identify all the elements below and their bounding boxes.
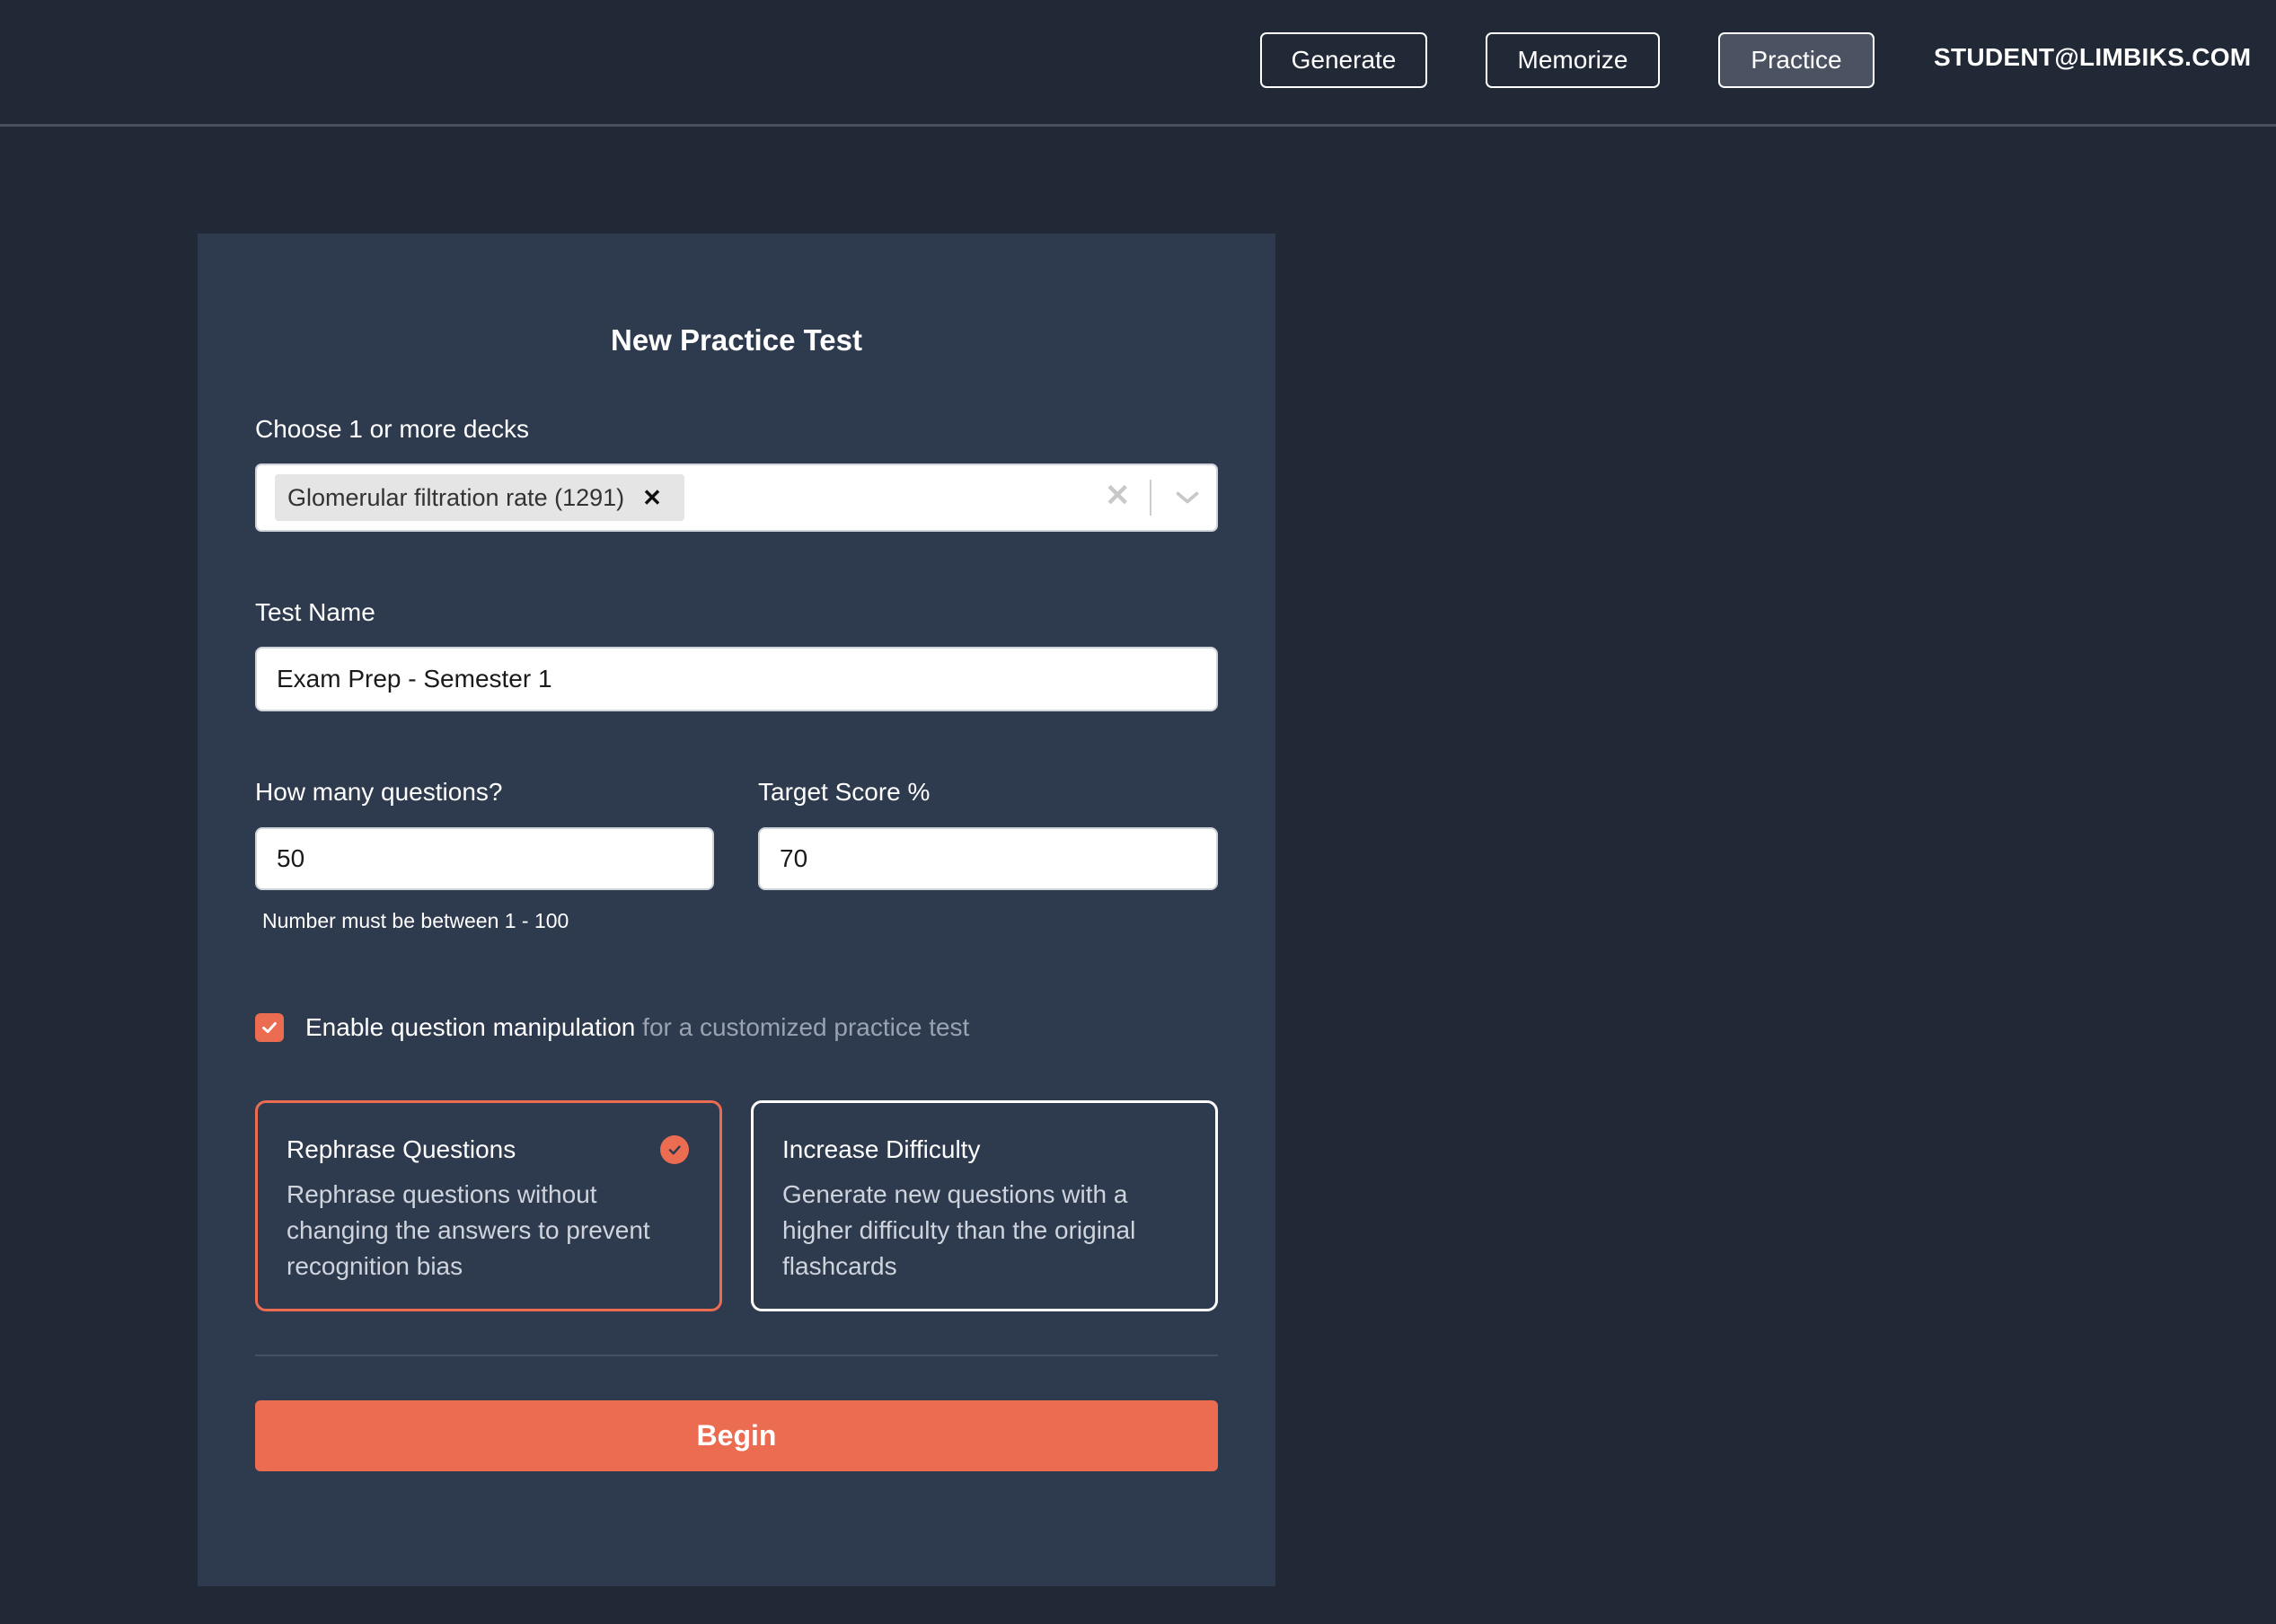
manipulation-checkbox[interactable]	[255, 1013, 284, 1042]
select-separator	[1150, 480, 1151, 516]
decks-label: Choose 1 or more decks	[255, 415, 530, 443]
clear-selection-x-icon[interactable]: ✕	[1105, 478, 1131, 514]
test-name-label: Test Name	[255, 598, 375, 626]
form-divider	[255, 1355, 1218, 1356]
target-score-label: Target Score %	[758, 778, 931, 806]
manipulation-label-muted: for a customized practice test	[635, 1013, 970, 1041]
user-email[interactable]: STUDENT@LIMBIKS.COM	[1934, 43, 2251, 72]
deck-multiselect[interactable]: Glomerular filtration rate (1291) ✕ ✕	[255, 463, 1218, 532]
question-count-label: How many questions?	[255, 778, 503, 806]
top-nav-bar: Generate Memorize Practice STUDENT@LIMBI…	[0, 0, 2276, 127]
option-title: Rephrase Questions	[287, 1135, 516, 1163]
option-description: Generate new questions with a higher dif…	[782, 1180, 1136, 1280]
remove-deck-x-icon[interactable]: ✕	[642, 484, 662, 512]
nav-memorize-button[interactable]: Memorize	[1486, 32, 1660, 88]
test-name-input[interactable]	[255, 647, 1218, 711]
checkmark-icon	[262, 1021, 277, 1034]
question-count-helper: Number must be between 1 - 100	[262, 909, 569, 932]
begin-button[interactable]: Begin	[255, 1400, 1218, 1471]
selected-check-icon	[660, 1135, 689, 1164]
question-count-input[interactable]	[255, 827, 714, 890]
nav-generate-button[interactable]: Generate	[1260, 32, 1427, 88]
selected-deck-chip: Glomerular filtration rate (1291) ✕	[275, 474, 684, 521]
page-title: New Practice Test	[610, 323, 863, 357]
option-description: Rephrase questions without changing the …	[287, 1180, 650, 1280]
option-card-increase-difficulty[interactable]: Increase Difficulty Generate new questio…	[751, 1100, 1218, 1311]
option-title: Increase Difficulty	[782, 1135, 981, 1163]
manipulation-label[interactable]: Enable question manipulation for a custo…	[305, 1013, 969, 1042]
option-card-rephrase[interactable]: Rephrase Questions Rephrase questions wi…	[255, 1100, 722, 1311]
nav-practice-button[interactable]: Practice	[1718, 32, 1875, 88]
target-score-input[interactable]	[758, 827, 1218, 890]
selected-deck-label: Glomerular filtration rate (1291)	[287, 483, 625, 511]
chevron-down-icon[interactable]	[1171, 481, 1204, 514]
manipulation-label-strong: Enable question manipulation	[305, 1013, 636, 1041]
